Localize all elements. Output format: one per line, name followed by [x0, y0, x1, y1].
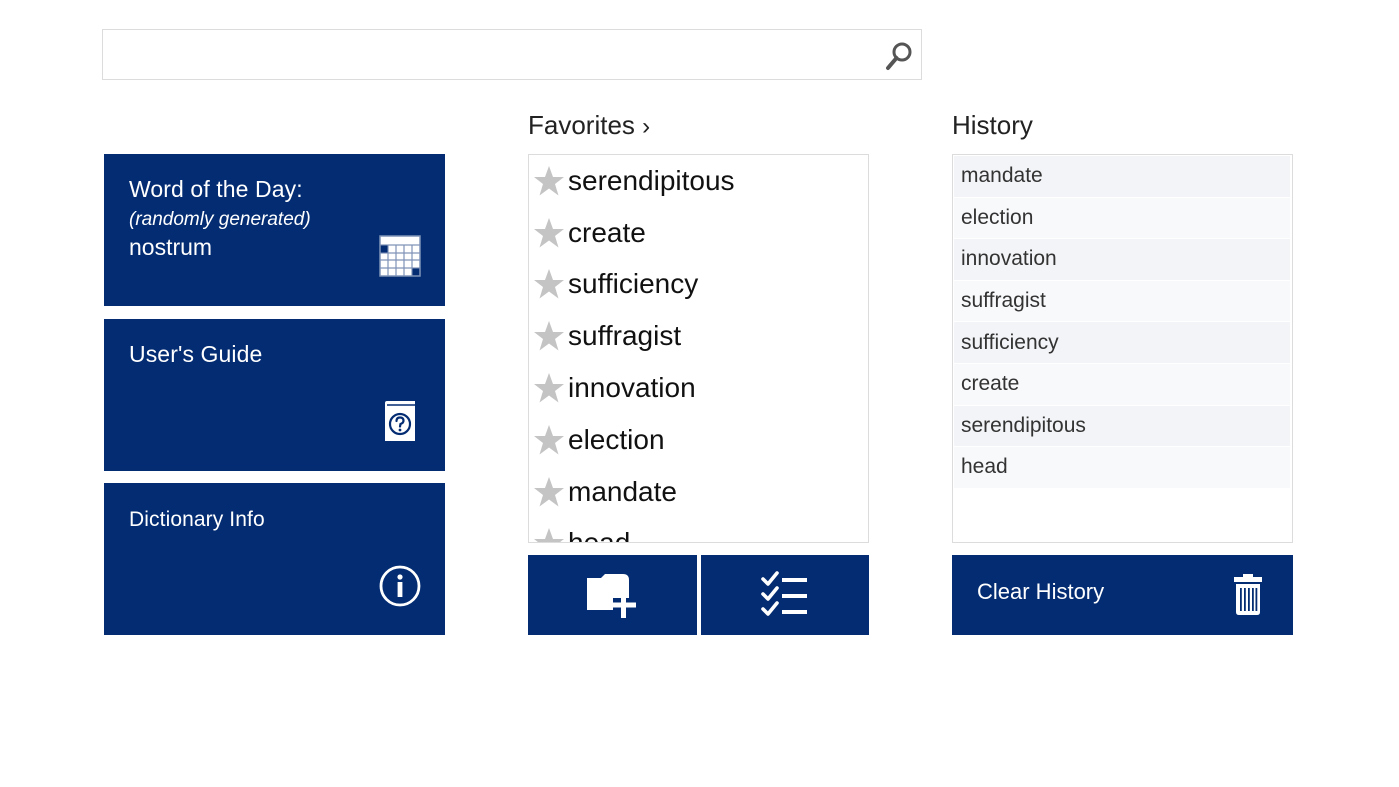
- favorite-item[interactable]: mandate: [529, 466, 868, 518]
- clear-history-button[interactable]: Clear History: [952, 555, 1293, 635]
- star-icon[interactable]: [533, 165, 565, 197]
- favorite-word: serendipitous: [568, 164, 735, 196]
- favorite-item[interactable]: innovation: [529, 362, 868, 414]
- favorite-item[interactable]: serendipitous: [529, 155, 868, 207]
- history-item[interactable]: create: [954, 363, 1290, 406]
- history-item[interactable]: sufficiency: [954, 322, 1290, 364]
- favorite-word: innovation: [568, 372, 696, 404]
- star-icon[interactable]: [533, 476, 565, 508]
- favorite-item[interactable]: election: [529, 414, 868, 466]
- calendar-icon: [379, 235, 421, 277]
- star-icon[interactable]: [533, 217, 565, 249]
- history-item[interactable]: innovation: [954, 239, 1290, 281]
- tile-title: Dictionary Info: [129, 508, 265, 531]
- star-icon[interactable]: [533, 372, 565, 404]
- add-folder-button[interactable]: [528, 555, 697, 635]
- checklist-icon: [761, 571, 807, 616]
- favorites-heading-label: Favorites: [528, 110, 635, 140]
- favorite-word: head: [568, 527, 631, 543]
- clear-history-label: Clear History: [977, 579, 1105, 604]
- favorite-word: sufficiency: [568, 268, 699, 300]
- history-item[interactable]: election: [954, 197, 1290, 240]
- history-item[interactable]: suffragist: [954, 280, 1290, 323]
- folder-add-icon: [586, 574, 636, 618]
- tile-title: User's Guide: [129, 341, 263, 367]
- history-list[interactable]: mandate election innovation suffragist suffi…: [952, 154, 1293, 543]
- word-of-the-day: nostrum: [129, 234, 213, 260]
- tile-subtitle: (randomly generated): [129, 209, 311, 230]
- manage-favorites-button[interactable]: [701, 555, 869, 635]
- search-input[interactable]: [103, 30, 873, 79]
- favorite-item[interactable]: suffragist: [529, 310, 868, 362]
- history-item[interactable]: serendipitous: [954, 405, 1290, 448]
- history-item[interactable]: head: [954, 447, 1290, 489]
- users-guide-tile[interactable]: User's Guide: [104, 319, 445, 471]
- favorite-word: mandate: [568, 475, 677, 507]
- history-item[interactable]: mandate: [954, 156, 1290, 198]
- dictionary-info-tile[interactable]: Dictionary Info: [104, 483, 445, 635]
- search-box: [102, 29, 922, 80]
- favorite-item[interactable]: sufficiency: [529, 259, 868, 311]
- help-book-icon: [385, 401, 415, 441]
- star-icon[interactable]: [533, 320, 565, 352]
- info-icon: [379, 565, 421, 607]
- favorite-item[interactable]: head: [529, 518, 868, 543]
- trash-icon: [1234, 574, 1262, 615]
- favorites-heading[interactable]: Favorites ›: [528, 110, 650, 141]
- star-icon[interactable]: [533, 527, 565, 543]
- tile-title: Word of the Day:: [129, 176, 303, 202]
- history-heading: History: [952, 110, 1033, 140]
- search-icon: [886, 42, 912, 70]
- favorite-word: suffragist: [568, 320, 682, 352]
- favorite-item[interactable]: create: [529, 207, 868, 259]
- star-icon[interactable]: [533, 268, 565, 300]
- word-of-the-day-tile[interactable]: Word of the Day: (randomly generated) no…: [104, 154, 445, 306]
- search-button[interactable]: [881, 38, 917, 74]
- favorites-list[interactable]: serendipitous create sufficiency suffragist…: [528, 154, 869, 543]
- chevron-right-icon: ›: [642, 113, 651, 140]
- favorite-word: election: [568, 423, 665, 455]
- favorite-word: create: [568, 216, 646, 248]
- star-icon[interactable]: [533, 424, 565, 456]
